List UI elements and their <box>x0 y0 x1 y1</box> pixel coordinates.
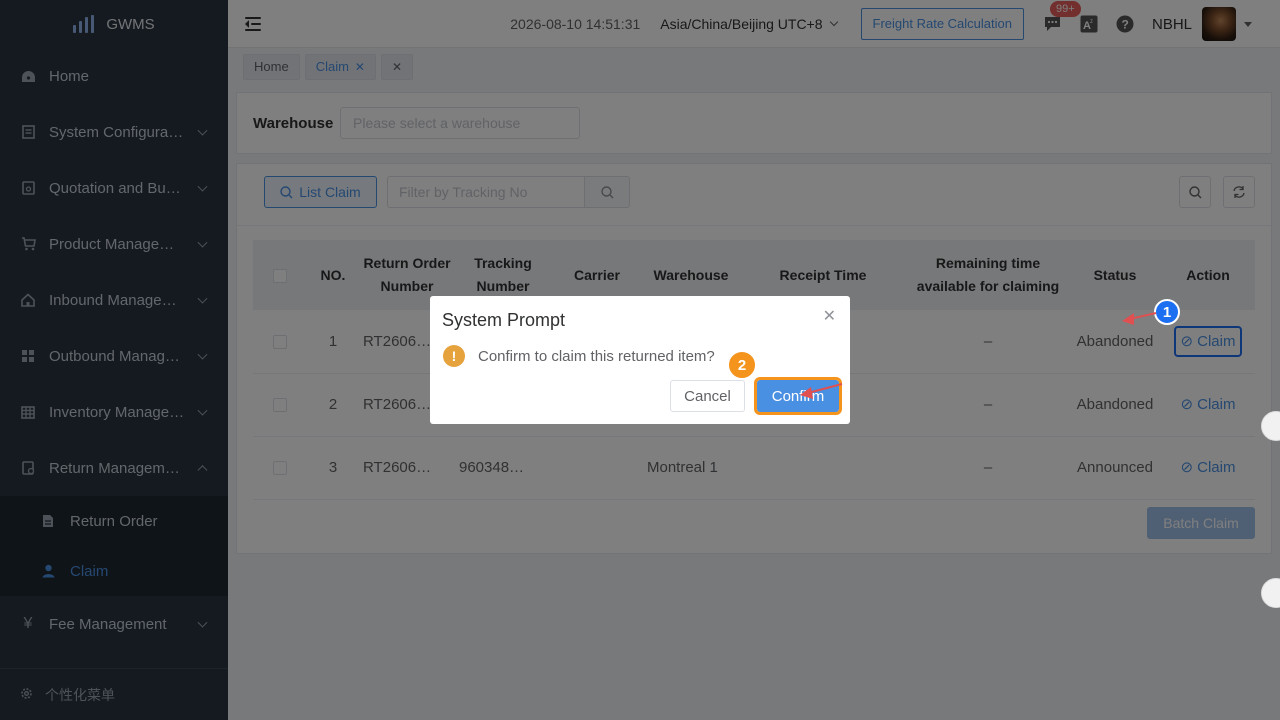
dialog-message: Confirm to claim this returned item? <box>478 348 715 365</box>
close-icon[interactable]: ✕ <box>823 306 836 326</box>
dialog-title: System Prompt <box>442 310 566 330</box>
warning-icon: ! <box>443 345 465 367</box>
cancel-button[interactable]: Cancel <box>670 380 745 412</box>
step-marker-1: 1 <box>1154 299 1180 325</box>
confirm-button[interactable]: Confirm <box>754 377 842 415</box>
confirm-dialog: System Prompt ✕ ! Confirm to claim this … <box>430 296 850 424</box>
step-marker-2: 2 <box>729 352 755 378</box>
